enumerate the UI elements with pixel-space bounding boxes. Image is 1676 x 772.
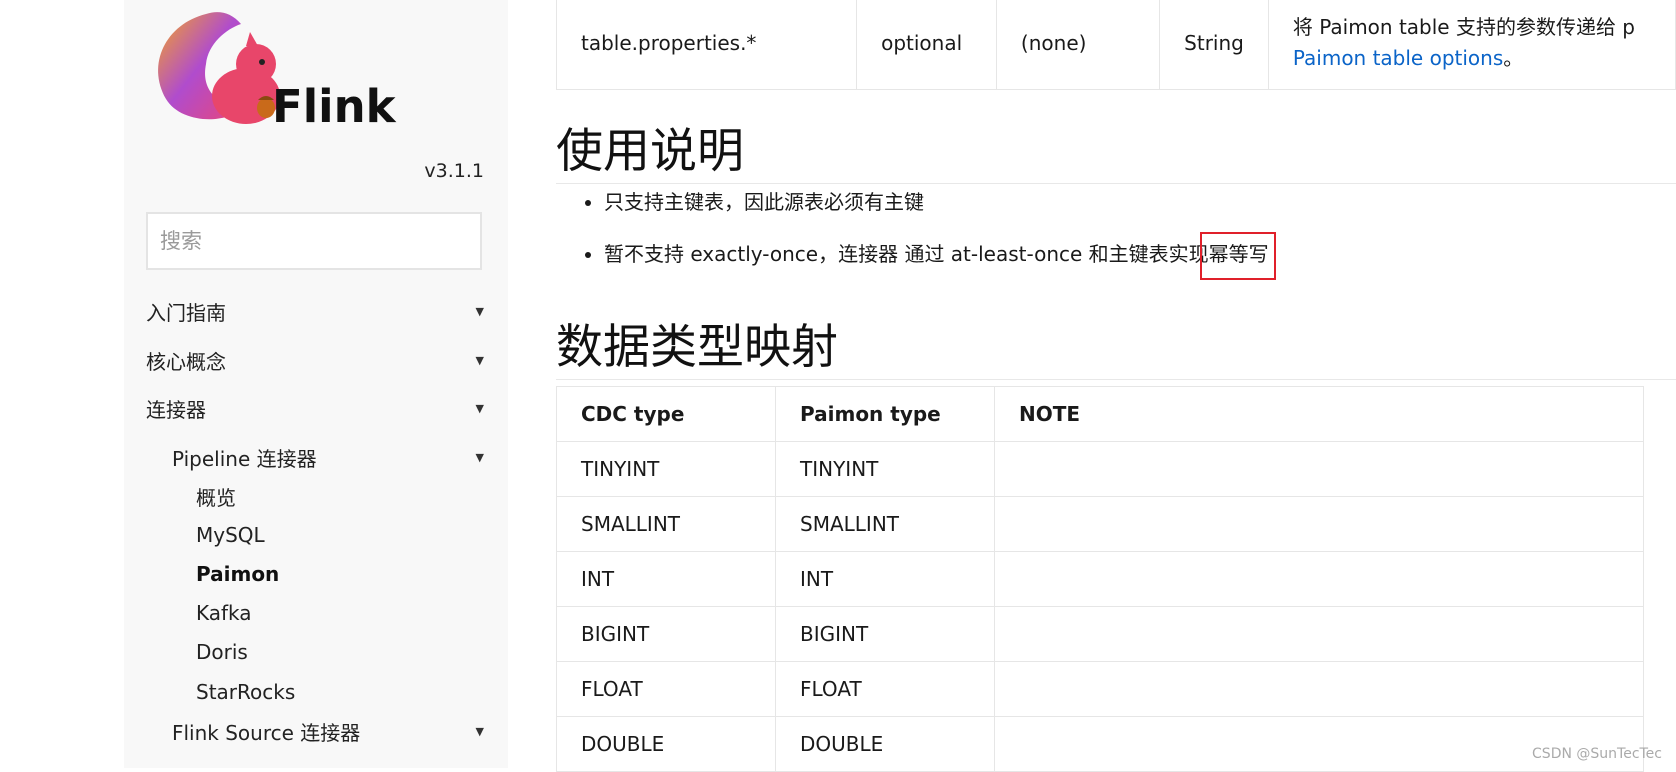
- nav-kafka[interactable]: Kafka: [196, 596, 484, 630]
- chevron-down-icon[interactable]: ▼: [464, 402, 484, 415]
- note-cell: [994, 606, 1644, 662]
- brand-name[interactable]: Flink: [272, 80, 396, 133]
- nav-label: Paimon: [196, 562, 280, 586]
- paimon-type-cell: TINYINT: [775, 441, 995, 497]
- option-key: table.properties.*: [555, 0, 858, 90]
- nav-paimon[interactable]: Paimon: [196, 557, 484, 591]
- chevron-down-icon[interactable]: ▼: [464, 725, 484, 738]
- chevron-down-icon[interactable]: ▼: [464, 354, 484, 367]
- nav-label: 概览: [196, 485, 236, 510]
- cdc-type-cell: TINYINT: [556, 441, 776, 497]
- table-row: INT INT: [556, 551, 1644, 607]
- nav-pipeline-connectors[interactable]: Pipeline 连接器 ▼: [172, 440, 484, 474]
- table-row: BIGINT BIGINT: [556, 606, 1644, 662]
- nav-core-concepts[interactable]: 核心概念 ▼: [146, 343, 484, 377]
- note-cell: [994, 496, 1644, 552]
- option-description: 将 Paimon table 支持的参数传递给 p Paimon table o…: [1267, 0, 1676, 90]
- option-default: (none): [995, 0, 1161, 90]
- description-text: 将 Paimon table 支持的参数传递给 p: [1292, 15, 1636, 39]
- option-required: optional: [856, 0, 997, 90]
- column-header: NOTE: [994, 386, 1644, 442]
- nav-connectors[interactable]: 连接器 ▼: [146, 391, 484, 425]
- main-content: table.properties.* optional (none) Strin…: [555, 0, 1676, 772]
- nav-label: Pipeline 连接器: [172, 446, 317, 471]
- nav-mysql[interactable]: MySQL: [196, 518, 484, 552]
- note-cell: [994, 716, 1644, 772]
- type-mapping-heading: 数据类型映射: [556, 308, 1676, 380]
- usage-notes: 只支持主键表，因此源表必须有主键 暂不支持 exactly-once，连接器 通…: [580, 180, 1269, 284]
- table-row: SMALLINT SMALLINT: [556, 496, 1644, 552]
- list-item: 暂不支持 exactly-once，连接器 通过 at-least-once 和…: [604, 232, 1269, 284]
- paimon-type-cell: SMALLINT: [775, 496, 995, 552]
- table-header-row: CDC type Paimon type NOTE: [556, 386, 1644, 442]
- cdc-type-cell: SMALLINT: [556, 496, 776, 552]
- list-item: 只支持主键表，因此源表必须有主键: [604, 180, 1269, 232]
- nav-label: Flink Source 连接器: [172, 720, 361, 745]
- column-header: Paimon type: [775, 386, 995, 442]
- option-type: String: [1159, 0, 1269, 90]
- highlight-box: [1200, 232, 1276, 280]
- chevron-down-icon[interactable]: ▼: [464, 305, 484, 318]
- nav-label: Doris: [196, 640, 248, 664]
- paimon-table-options-link[interactable]: Paimon table options: [1293, 46, 1503, 70]
- nav-label: Kafka: [196, 601, 252, 625]
- table-row: FLOAT FLOAT: [556, 661, 1644, 717]
- note-cell: [994, 551, 1644, 607]
- nav-label: 连接器: [146, 397, 206, 422]
- nav-getting-started[interactable]: 入门指南 ▼: [146, 294, 484, 328]
- nav-label: StarRocks: [196, 680, 296, 704]
- note-cell: [994, 661, 1644, 717]
- cdc-type-cell: BIGINT: [556, 606, 776, 662]
- search-input[interactable]: [146, 212, 482, 270]
- cdc-type-cell: FLOAT: [556, 661, 776, 717]
- note-cell: [994, 441, 1644, 497]
- usage-heading: 使用说明: [556, 112, 1676, 184]
- paimon-type-cell: BIGINT: [775, 606, 995, 662]
- table-row: TINYINT TINYINT: [556, 441, 1644, 497]
- chevron-down-icon[interactable]: ▼: [464, 451, 484, 464]
- nav-label: 核心概念: [146, 349, 226, 374]
- table-row: table.properties.* optional (none) Strin…: [555, 0, 1676, 90]
- table-row: DOUBLE DOUBLE: [556, 716, 1644, 772]
- nav-label: MySQL: [196, 523, 265, 547]
- nav-flink-source-connectors[interactable]: Flink Source 连接器 ▼: [172, 714, 484, 748]
- paimon-type-cell: FLOAT: [775, 661, 995, 717]
- cdc-type-cell: DOUBLE: [556, 716, 776, 772]
- description-end: 。: [1503, 46, 1524, 70]
- type-mapping-table: CDC type Paimon type NOTE TINYINT TINYIN…: [556, 386, 1644, 772]
- paimon-type-cell: INT: [775, 551, 995, 607]
- cdc-type-cell: INT: [556, 551, 776, 607]
- paimon-type-cell: DOUBLE: [775, 716, 995, 772]
- nav-overview[interactable]: 概览: [196, 479, 484, 513]
- version-label: v3.1.1: [424, 160, 484, 182]
- nav-label: 入门指南: [146, 300, 226, 325]
- nav-doris[interactable]: Doris: [196, 635, 484, 669]
- options-table: table.properties.* optional (none) Strin…: [555, 0, 1676, 90]
- sidebar: Flink v3.1.1 入门指南 ▼ 核心概念 ▼ 连接器 ▼ Pipelin…: [124, 0, 508, 768]
- watermark: CSDN @SunTecTec: [1532, 746, 1662, 762]
- nav-starrocks[interactable]: StarRocks: [196, 675, 484, 709]
- column-header: CDC type: [556, 386, 776, 442]
